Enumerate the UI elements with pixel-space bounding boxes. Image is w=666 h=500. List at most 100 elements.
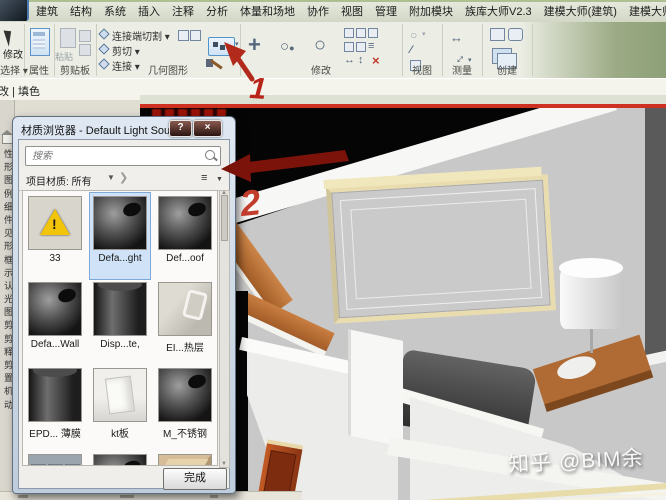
panel-label-measure: 测量 <box>452 66 472 77</box>
panel-label-create: 创建 <box>497 66 517 77</box>
cut-icon[interactable] <box>79 44 91 56</box>
table-lamp <box>559 258 624 353</box>
ribbon-tab[interactable]: 分析 <box>200 3 234 22</box>
list-view-caret-icon[interactable]: ▼ <box>216 176 223 183</box>
linework-icon[interactable]: ∕ <box>410 44 412 56</box>
material-thumbnail <box>158 196 212 250</box>
properties-icon[interactable] <box>30 28 50 56</box>
ribbon-tab[interactable]: 视图 <box>335 3 369 22</box>
breadcrumb-chevron-icon: ❯ <box>119 172 129 184</box>
material-label: Defa...ght <box>98 253 142 264</box>
view-caret[interactable]: ▾ <box>422 30 426 38</box>
dialog-footer: 完成 <box>19 468 227 490</box>
done-button[interactable]: 完成 <box>163 468 227 490</box>
material-thumbnail <box>93 196 147 250</box>
warning-icon <box>40 209 70 235</box>
modify-cursor-icon[interactable] <box>3 28 16 47</box>
filter-caret-icon[interactable]: ▼ <box>107 173 115 182</box>
ribbon-tab[interactable]: 管理 <box>369 3 403 22</box>
geometry-item[interactable]: 剪切 ▾ <box>98 42 200 58</box>
offset-icon[interactable] <box>356 28 366 38</box>
copy-icon[interactable] <box>79 30 91 42</box>
material-item[interactable]: M_不锈钢 <box>155 365 215 451</box>
mirror-icon[interactable] <box>368 28 378 38</box>
material-label: EI...热层 <box>166 343 204 354</box>
ribbon-fade <box>520 22 666 78</box>
modify-button-label[interactable]: 修改 <box>0 46 26 61</box>
material-item[interactable]: Def...oof <box>155 193 215 279</box>
application-menu-button[interactable] <box>0 0 29 21</box>
search-box[interactable] <box>25 146 221 166</box>
options-bar-text: 修改 | 填色 <box>0 86 40 98</box>
material-thumbnail <box>93 282 147 336</box>
material-item[interactable]: kt板 <box>90 365 150 451</box>
project-materials-filter[interactable]: 项目材质: 所有 <box>26 173 92 188</box>
lightbulb-icon[interactable]: ○ <box>410 28 417 42</box>
ribbon-tab[interactable]: 建模大师(建筑) <box>538 3 623 22</box>
paste-icon[interactable] <box>60 28 76 48</box>
scroll-down-icon[interactable]: ▼ <box>221 461 227 467</box>
material-browser-dialog: 材质浏览器 - Default Light Source ? × 项目材质: 所… <box>12 116 236 494</box>
geometry-item-icon <box>98 43 110 55</box>
search-input[interactable] <box>30 148 202 164</box>
paint-button[interactable] <box>208 37 235 56</box>
palette-header <box>0 100 140 116</box>
paint-dropdown-caret[interactable]: ▾ <box>235 40 239 48</box>
array-icon[interactable] <box>344 42 354 52</box>
align-icon[interactable] <box>344 28 354 38</box>
rotate-icon[interactable]: ○ <box>314 34 326 57</box>
material-thumbnail <box>93 368 147 422</box>
demolish-icon[interactable] <box>178 30 189 41</box>
material-item[interactable]: 33 <box>25 193 85 279</box>
ribbon-tab[interactable]: 结构 <box>64 3 98 22</box>
material-item[interactable]: Defa...Wall <box>25 279 85 365</box>
status-tick <box>210 495 218 498</box>
ribbon-tab[interactable]: 附加模块 <box>403 3 459 22</box>
panel-label-clipboard: 剪贴板 <box>60 66 90 77</box>
ribbon-tab[interactable]: 系统 <box>98 3 132 22</box>
material-item[interactable]: EI...热层 <box>155 279 215 365</box>
material-item[interactable] <box>155 451 215 465</box>
list-view-icon[interactable]: ≡ <box>201 172 214 184</box>
ribbon-tab[interactable]: 注释 <box>166 3 200 22</box>
material-thumbnail <box>28 282 82 336</box>
ribbon-tab[interactable]: 建模大师(机电) <box>623 3 666 22</box>
panel-label-modify: 修改 <box>311 66 331 77</box>
material-item[interactable] <box>25 451 85 465</box>
scale-icon[interactable] <box>356 42 366 52</box>
copy-tool-icon[interactable]: ○● <box>280 38 295 55</box>
material-thumbnail <box>158 282 212 336</box>
ribbon-tab[interactable]: 建筑 <box>30 3 64 22</box>
material-label: EPD... 薄膜 <box>29 429 81 440</box>
close-button[interactable]: × <box>193 120 222 137</box>
cope-icon[interactable] <box>190 30 201 41</box>
material-item[interactable]: Disp...te, <box>90 279 150 365</box>
ribbon-tab[interactable]: 体量和场地 <box>234 3 301 22</box>
pin-icon[interactable]: ≡ <box>368 40 374 52</box>
move-icon[interactable]: + <box>248 32 261 58</box>
panel-label-view: 视图 <box>412 66 432 77</box>
material-item[interactable]: Defa...ght <box>89 192 151 280</box>
material-thumbnail <box>93 454 147 465</box>
filter-row: 项目材质: 所有 ▼ ❯ ≡ ▼ <box>19 168 227 191</box>
ribbon-tab[interactable]: 族库大师V2.3 <box>459 3 538 22</box>
search-icon <box>205 150 215 160</box>
ribbon-tab[interactable]: 协作 <box>301 3 335 22</box>
material-label: Disp...te, <box>100 339 140 350</box>
measure-icon[interactable]: ↔ <box>450 30 463 45</box>
scrollbar-thumb[interactable] <box>221 195 228 241</box>
ribbon-tab[interactable]: 插入 <box>132 3 166 22</box>
material-item[interactable] <box>90 451 150 465</box>
material-grid: 33 Defa...ght Def...oof <box>22 190 218 466</box>
help-button[interactable]: ? <box>169 120 192 137</box>
grid-scrollbar[interactable]: ▲ ▼ <box>219 190 230 468</box>
legend-icon[interactable] <box>490 28 505 41</box>
material-thumbnail <box>28 454 82 465</box>
viewport-top-strip <box>140 95 666 104</box>
dialog-body: 项目材质: 所有 ▼ ❯ ≡ ▼ 33 <box>18 139 230 490</box>
group-icon[interactable] <box>508 28 523 41</box>
material-item[interactable]: EPD... 薄膜 <box>25 365 85 451</box>
material-label: Defa...Wall <box>30 339 80 350</box>
material-label: M_不锈钢 <box>163 429 207 440</box>
dialog-title: 材质浏览器 - Default Light Source <box>21 125 186 137</box>
